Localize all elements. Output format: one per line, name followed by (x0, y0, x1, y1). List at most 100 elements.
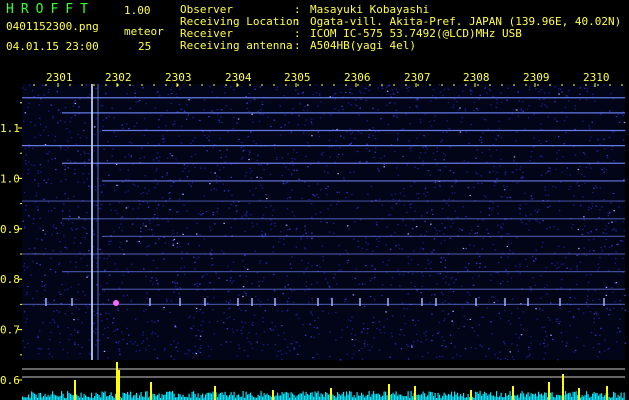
activity-bar (559, 395, 561, 400)
activity-bar (322, 394, 324, 400)
activity-bar (106, 396, 108, 400)
activity-bar (67, 391, 69, 400)
activity-bar (541, 393, 543, 400)
activity-bar (269, 395, 271, 400)
activity-bar (154, 394, 156, 400)
activity-bar (601, 393, 603, 400)
meteor-label: meteor (124, 25, 164, 38)
activity-bar (437, 392, 439, 400)
activity-bar (80, 392, 82, 400)
activity-bar (620, 392, 622, 400)
activity-bar (202, 393, 204, 400)
activity-bar (538, 391, 540, 400)
activity-bar (346, 391, 348, 400)
info-antenna: Receiving antenna: A504HB(yagi 4el) (180, 39, 416, 52)
activity-bar (487, 395, 489, 400)
activity-bar (319, 396, 321, 400)
activity-bar (251, 395, 253, 400)
activity-bar (34, 393, 36, 400)
activity-bar (394, 394, 396, 400)
activity-bar (598, 395, 600, 400)
activity-bar (365, 395, 367, 400)
activity-bar (107, 396, 109, 400)
activity-bar (542, 395, 544, 400)
activity-bar (569, 392, 571, 400)
activity-bar (383, 391, 385, 400)
activity-bar (185, 396, 187, 400)
activity-bar (484, 391, 486, 400)
activity-bar (581, 395, 583, 400)
activity-bar (550, 392, 552, 400)
activity-bar (583, 396, 585, 400)
activity-bar (250, 392, 252, 400)
activity-bar (277, 392, 279, 400)
activity-bar (442, 395, 444, 400)
activity-bar (142, 396, 144, 400)
activity-bar (460, 394, 462, 400)
activity-bar (275, 395, 277, 400)
activity-bar (326, 393, 328, 400)
activity-bar (224, 391, 226, 400)
activity-bar (191, 391, 193, 400)
activity-bar (353, 395, 355, 400)
activity-bar (452, 396, 454, 400)
activity-bar (505, 393, 507, 400)
activity-bar (62, 393, 64, 400)
activity-bar (103, 392, 105, 400)
activity-bar (268, 395, 270, 400)
activity-bar (404, 396, 406, 400)
activity-bar (358, 395, 360, 400)
activity-bar (451, 391, 453, 400)
activity-bar (529, 396, 531, 400)
activity-bar (178, 393, 180, 400)
activity-bar (164, 394, 166, 400)
activity-bar (619, 396, 621, 400)
activity-bar (40, 392, 42, 400)
activity-bar (385, 391, 387, 400)
activity-bar (299, 393, 301, 400)
activity-bar (343, 391, 345, 400)
activity-bar (301, 393, 303, 400)
activity-bar (316, 392, 318, 400)
activity-bar (392, 392, 394, 400)
activity-bar (38, 393, 40, 400)
activity-bar (104, 391, 106, 400)
activity-bar (485, 393, 487, 400)
activity-bar (446, 395, 448, 400)
activity-bar (43, 396, 45, 400)
activity-peak (562, 374, 564, 400)
activity-bar (35, 394, 37, 400)
activity-bar (479, 391, 481, 400)
activity-bar (169, 391, 171, 400)
activity-bar (97, 394, 99, 400)
activity-bar (397, 395, 399, 400)
activity-bar (439, 394, 441, 400)
activity-bar (421, 394, 423, 400)
x-tick-label: 2307 (404, 71, 431, 84)
activity-bar (614, 392, 616, 400)
activity-bar (304, 395, 306, 400)
activity-bar (574, 392, 576, 400)
activity-bar (371, 393, 373, 400)
activity-bar (407, 391, 409, 400)
activity-bar (572, 391, 574, 400)
activity-bar (296, 395, 298, 400)
activity-bar (340, 395, 342, 400)
activity-bar (557, 394, 559, 400)
meteor-echo (113, 300, 119, 306)
activity-bar (166, 391, 168, 400)
activity-bar (560, 395, 562, 400)
activity-bar (85, 395, 87, 400)
x-tick-label: 2302 (105, 71, 132, 84)
meteor-count: 25 (138, 40, 152, 53)
activity-bar (455, 394, 457, 400)
y-tick-label: 0.7 (0, 324, 20, 337)
activity-bar (535, 393, 537, 400)
spectrogram: 1.1 1.0 0.9 0.8 0.7 0.6 2301 2302 2303 2304 2305 23… (0, 70, 629, 400)
activity-bar (280, 395, 282, 400)
activity-bar (509, 391, 511, 400)
activity-bar (376, 393, 378, 400)
activity-bar (158, 393, 160, 400)
activity-bar (401, 395, 403, 400)
activity-peak (388, 384, 390, 400)
